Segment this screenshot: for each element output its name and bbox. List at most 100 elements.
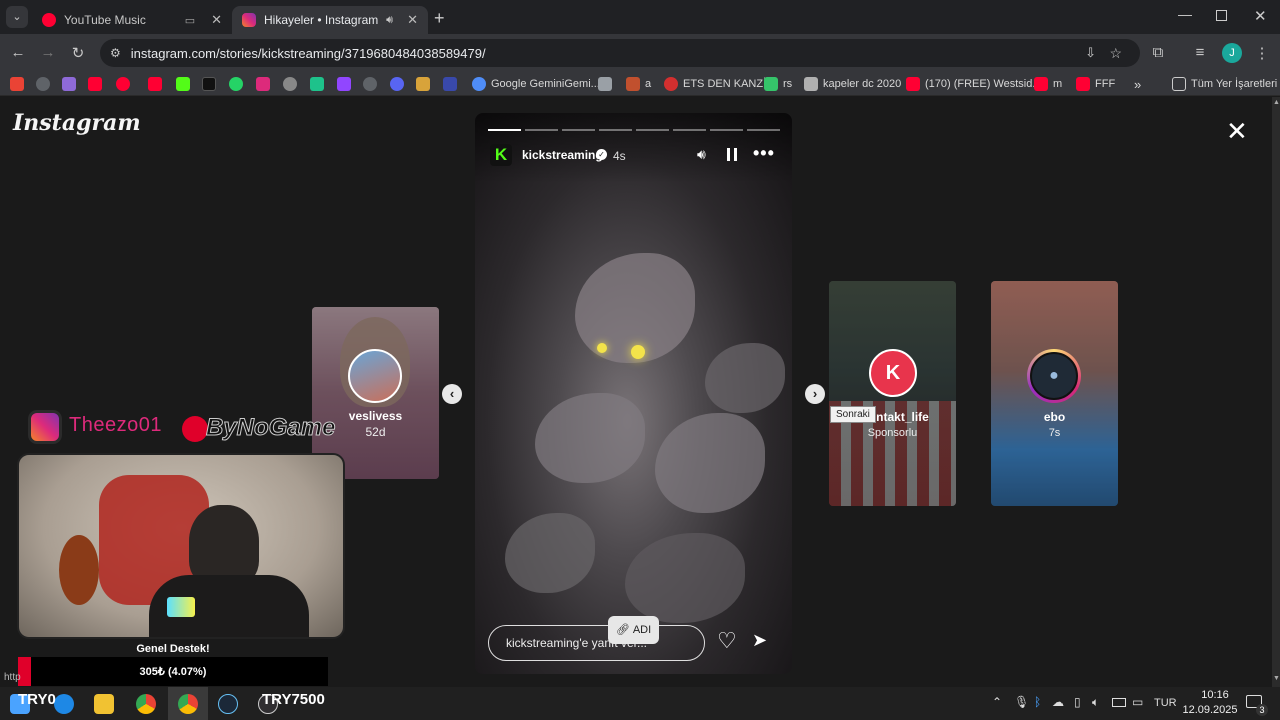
bookmarks-overflow-button[interactable]: » [1134, 76, 1141, 92]
restore-button[interactable] [1216, 10, 1227, 21]
whatsapp-bookmark-icon[interactable] [229, 76, 248, 92]
youtube-icon [1034, 77, 1048, 91]
currency-left: TRY0 [18, 691, 56, 708]
story-viewer[interactable]: K kickstreaming ✓ 4s 🔊︎ ••• kickstreamin… [475, 113, 792, 674]
previous-story-button[interactable]: ‹ [442, 384, 462, 404]
speaker-icon[interactable]: 🔊︎ [386, 14, 393, 27]
link-icon: 🔗︎ [615, 624, 630, 636]
next-tooltip: Sonraki [830, 406, 876, 423]
instagram-bookmark-icon[interactable] [256, 76, 275, 92]
progress-segment [747, 129, 780, 131]
cloud-icon[interactable]: ☁ [1052, 695, 1064, 709]
more-options-icon[interactable]: ••• [753, 143, 775, 164]
bookmark-westside[interactable]: (170) (FREE) Westsid... [906, 76, 1042, 92]
gemini-icon [472, 77, 486, 91]
reload-button[interactable]: ↻ [68, 44, 88, 62]
scroll-up-arrow[interactable]: ▲ [1273, 99, 1280, 106]
twitch-bookmark-icon[interactable] [337, 76, 356, 92]
reply-input[interactable]: kickstreaming'e yanıt ver... [488, 625, 705, 661]
close-stories-button[interactable]: ✕ [1226, 116, 1248, 147]
app-bookmark-icon[interactable] [443, 76, 462, 92]
progress-segment [562, 129, 595, 131]
overlay-instagram-icon [28, 410, 62, 444]
volume-icon[interactable]: 🔈︎ [1092, 695, 1099, 710]
youtube-icon [1076, 77, 1090, 91]
app-bookmark-icon[interactable] [310, 76, 329, 92]
network-icon[interactable]: ▭ [1132, 695, 1143, 709]
battery-icon[interactable] [1112, 698, 1126, 707]
file-explorer-icon[interactable] [94, 694, 114, 714]
mute-toggle-icon[interactable]: 🔊︎ [697, 146, 706, 163]
tray-overflow-icon[interactable]: ⌃ [992, 695, 1002, 709]
chrome-icon[interactable] [136, 694, 156, 714]
tab-instagram-stories[interactable]: Hikayeler • Instagram 🔊︎ ✕ [232, 6, 428, 34]
link-bookmark-icon[interactable] [36, 76, 55, 92]
microphone-icon[interactable]: 🎙︎ [1014, 695, 1029, 709]
install-app-icon[interactable]: ⇩ [1085, 45, 1096, 61]
usb-icon[interactable]: ▯ [1074, 695, 1081, 709]
feather-bookmark-icon[interactable] [62, 76, 81, 92]
youtube-bookmark-icon[interactable] [88, 76, 107, 92]
chrome-active-taskbar-item[interactable] [168, 687, 208, 720]
bookmark-ets[interactable]: ETS DEN KANZİ [664, 76, 766, 92]
clock-date[interactable]: 12.09.2025 [1180, 704, 1240, 716]
youtube-icon [906, 77, 920, 91]
all-bookmarks-folder[interactable]: Tüm Yer İşaretleri [1172, 76, 1277, 92]
tiktok-bookmark-icon[interactable] [202, 76, 221, 92]
story-username[interactable]: kickstreaming [522, 148, 603, 162]
gmail-bookmark-icon[interactable] [10, 76, 29, 92]
discord-bookmark-icon[interactable] [390, 76, 409, 92]
bookmark-label: m [1053, 78, 1063, 90]
share-send-icon[interactable]: ➤ [752, 630, 767, 651]
bookmark-star-icon[interactable]: ☆ [1109, 45, 1122, 62]
forward-button[interactable]: → [38, 44, 58, 61]
next-story-button[interactable]: › [805, 384, 825, 404]
bookmark-fff[interactable]: FFF [1076, 76, 1115, 92]
media-controls-icon[interactable]: ≡ [1190, 44, 1210, 61]
close-icon[interactable]: ✕ [211, 12, 222, 28]
bookmark-m[interactable]: m [1034, 76, 1062, 92]
instagram-logo[interactable]: Instagram [13, 110, 141, 136]
bookmark-a[interactable]: a [626, 76, 651, 92]
bookmark-kapeler[interactable]: kapeler dc 2020 [804, 76, 901, 92]
clock-time[interactable]: 10:16 [1190, 689, 1240, 701]
bluetooth-icon[interactable]: ᛒ [1034, 695, 1041, 709]
minimize-button[interactable]: — [1178, 6, 1192, 22]
extensions-icon[interactable]: ⧉ [1148, 44, 1168, 61]
story-author-avatar[interactable]: K [490, 144, 512, 166]
back-button[interactable]: ← [8, 44, 28, 61]
kick-bookmark-icon[interactable] [176, 76, 195, 92]
folder-bookmark-icon[interactable] [598, 76, 617, 92]
tab-search-button[interactable]: ⌄ [6, 6, 28, 28]
address-bar[interactable]: ⚙ instagram.com/stories/kickstreaming/37… [100, 39, 1140, 67]
close-icon[interactable]: ✕ [407, 12, 418, 28]
site-info-icon[interactable]: ⚙ [110, 46, 121, 60]
page-scrollbar[interactable]: ▲ ▼ [1272, 97, 1280, 687]
menu-kebab-icon[interactable]: ⋮ [1252, 44, 1272, 62]
leaf-shape [705, 343, 785, 413]
profile-avatar[interactable]: J [1222, 43, 1242, 63]
progress-segment [488, 129, 521, 131]
chatgpt-bookmark-icon[interactable] [283, 76, 302, 92]
url-text: instagram.com/stories/kickstreaming/3719… [130, 45, 486, 61]
bookmark-rs[interactable]: rs [764, 76, 792, 92]
scroll-down-arrow[interactable]: ▼ [1273, 675, 1280, 682]
pause-button-icon[interactable] [727, 148, 737, 161]
gift-bookmark-icon[interactable] [416, 76, 435, 92]
tab-youtube-music[interactable]: YouTube Music ▭ ✕ [32, 6, 232, 34]
new-tab-button[interactable]: + [434, 8, 445, 29]
notification-count: 3 [1256, 704, 1268, 716]
steam-icon[interactable] [218, 694, 238, 714]
next-story-card[interactable]: K ntakt_life Sponsorlu [829, 281, 956, 506]
chrome-icon [178, 694, 198, 714]
bookmark-label: Tüm Yer İşaretleri [1191, 78, 1278, 90]
youtube-music-bookmark-icon[interactable] [116, 76, 135, 92]
edge-icon[interactable] [54, 694, 74, 714]
link-bookmark-icon[interactable] [363, 76, 382, 92]
like-heart-icon[interactable]: ♡ [717, 628, 737, 654]
youtube-bookmark-icon[interactable] [148, 76, 167, 92]
close-window-button[interactable]: ✕ [1254, 7, 1267, 25]
next-story-card[interactable]: ● ebo 7s [991, 281, 1118, 506]
bookmark-gemini[interactable]: Google GeminiGemi... [472, 76, 600, 92]
language-indicator[interactable]: TUR [1154, 697, 1177, 709]
